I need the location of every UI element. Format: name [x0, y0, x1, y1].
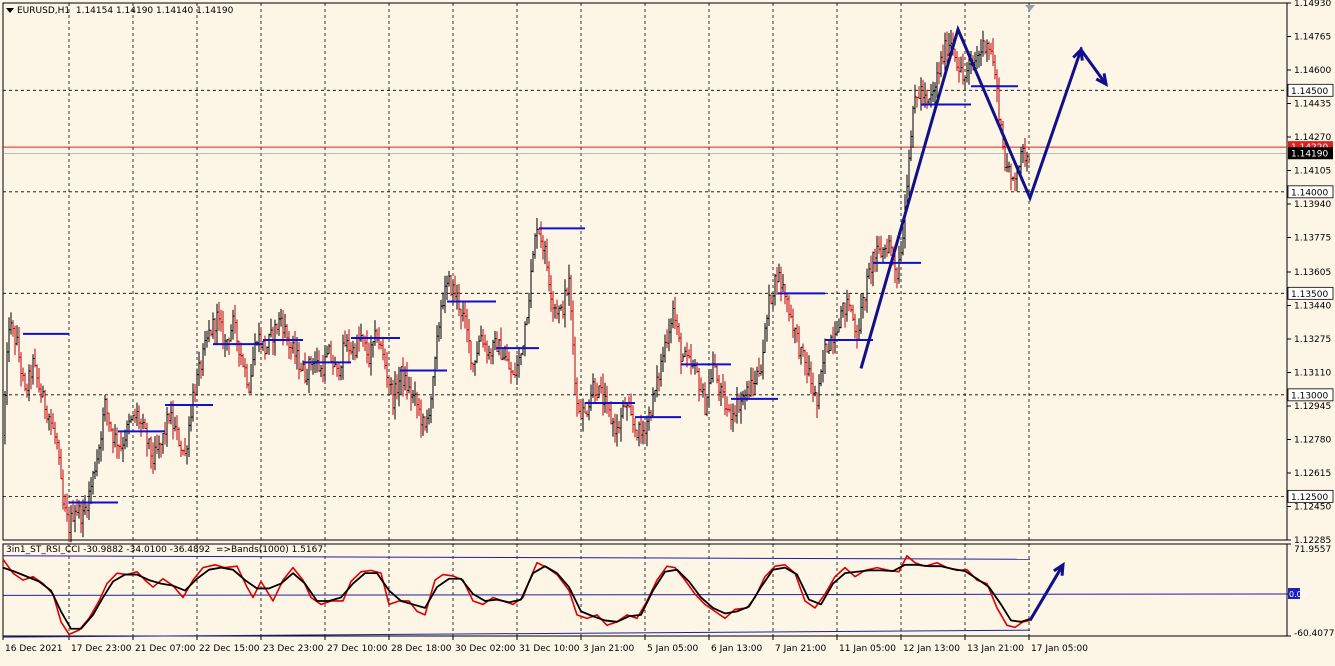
- price-level-label: 1.13500: [1291, 290, 1328, 300]
- x-tick-label: 7 Jan 21:00: [775, 644, 827, 654]
- x-tick-label: 28 Dec 18:00: [391, 644, 452, 654]
- y-tick-label: 1.13940: [1294, 200, 1331, 210]
- x-tick-label: 30 Dec 02:00: [455, 644, 516, 654]
- y-tick-label: 1.12450: [1294, 503, 1331, 513]
- y-tick-label: 1.14105: [1294, 166, 1331, 176]
- x-tick-label: 17 Dec 23:00: [71, 644, 132, 654]
- ohlc-label: 1.14154 1.14190 1.14140 1.14190: [75, 6, 234, 16]
- x-tick-label: 23 Dec 23:00: [263, 644, 324, 654]
- x-tick-label: 5 Jan 05:00: [647, 644, 699, 654]
- indicator-y-tick-label: 71.9557: [1294, 545, 1331, 555]
- chart-window[interactable]: 16 Dec 2021 17 Dec 23:00 21 Dec 07:00 22 De…: [0, 0, 1335, 663]
- y-tick-label: 1.13605: [1294, 268, 1331, 278]
- x-tick-label: 12 Jan 13:00: [903, 644, 960, 654]
- y-tick-label: 1.13775: [1294, 233, 1331, 243]
- y-tick-label: 1.12945: [1294, 402, 1331, 412]
- indicator-legend: 3in1_ST_RSI_CCI -30.9882 -34.0100 -36.48…: [6, 545, 323, 555]
- y-tick-label: 1.12780: [1294, 436, 1331, 446]
- y-tick-label: 1.12615: [1294, 469, 1331, 479]
- y-tick-label: 1.14435: [1294, 99, 1331, 109]
- chart-canvas[interactable]: 16 Dec 2021 17 Dec 23:00 21 Dec 07:00 22 De…: [0, 0, 1335, 663]
- indicator-label: 3in1_ST_RSI_CCI -30.9882 -34.0100 -36.48…: [6, 545, 211, 555]
- indicator-y-tick-label: -60.4077: [1294, 629, 1334, 639]
- y-tick-label: 1.14765: [1294, 32, 1331, 42]
- bands-label: =>Bands(1000) 1.5167: [215, 545, 324, 555]
- x-tick-label: 22 Dec 15:00: [199, 644, 260, 654]
- indicator-y-tick-label: 0.00: [1289, 590, 1307, 599]
- symbol-label: EURUSD,H1: [17, 6, 71, 16]
- price-level-label: 1.13000: [1291, 391, 1328, 401]
- y-tick-label: 1.14930: [1294, 0, 1331, 9]
- current-price-label: 1.14190: [1291, 150, 1328, 160]
- x-tick-label: 13 Jan 21:00: [967, 644, 1024, 654]
- y-tick-label: 1.13110: [1294, 369, 1331, 379]
- x-tick-label: 6 Jan 13:00: [711, 644, 763, 654]
- price-level-label: 1.14000: [1291, 188, 1328, 198]
- y-tick-label: 1.14600: [1294, 66, 1331, 76]
- dropdown-triangle-icon[interactable]: [6, 8, 14, 13]
- x-tick-label: 17 Jan 05:00: [1031, 644, 1088, 654]
- x-tick-label: 3 Jan 21:00: [583, 644, 635, 654]
- x-tick-label: 27 Dec 10:00: [327, 644, 388, 654]
- x-tick-label: 21 Dec 07:00: [135, 644, 196, 654]
- y-tick-label: 1.13275: [1294, 335, 1331, 345]
- y-tick-label: 1.13440: [1294, 302, 1331, 312]
- x-tick-label: 16 Dec 2021: [5, 644, 63, 654]
- price-level-label: 1.12500: [1291, 493, 1328, 503]
- symbol-legend: EURUSD,H1 1.14154 1.14190 1.14140 1.1419…: [6, 6, 233, 16]
- x-tick-label: 31 Dec 10:00: [519, 644, 580, 654]
- x-tick-label: 11 Jan 05:00: [839, 644, 896, 654]
- price-level-label: 1.14500: [1291, 87, 1328, 97]
